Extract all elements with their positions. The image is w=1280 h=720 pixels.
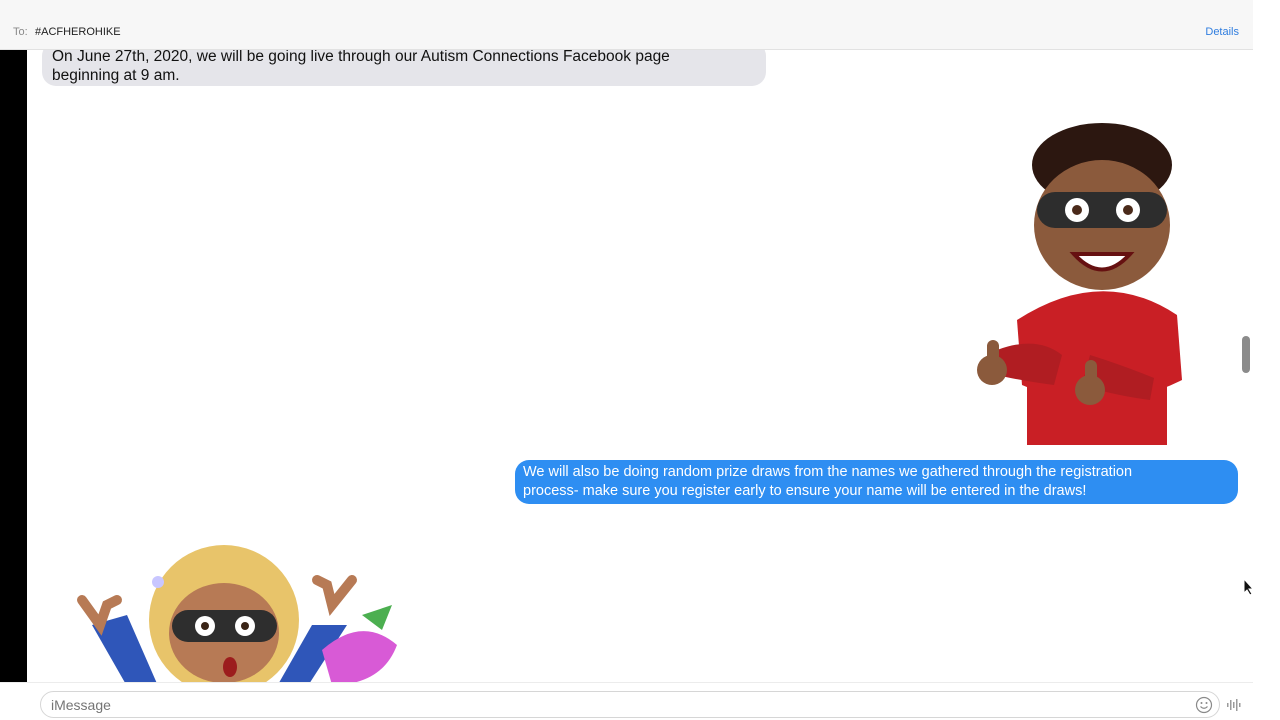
mouse-pointer-icon — [1243, 578, 1255, 596]
conversation-panel: On June 27th, 2020, we will be going liv… — [27, 0, 1253, 720]
received-message-bubble[interactable]: On June 27th, 2020, we will be going liv… — [42, 50, 766, 86]
to-label: To: — [13, 26, 28, 38]
message-text-line: We will also be doing random prize draws… — [523, 464, 1133, 480]
message-input[interactable] — [40, 691, 1220, 718]
emoji-icon[interactable] — [1195, 696, 1213, 714]
message-text-line: beginning at 9 am. — [52, 67, 180, 84]
audio-wave-icon[interactable] — [1226, 697, 1242, 713]
bitmoji-boy-thumbs-up-sticker[interactable] — [942, 120, 1192, 458]
scrollbar-track[interactable] — [1213, 50, 1226, 682]
message-list[interactable]: On June 27th, 2020, we will be going liv… — [27, 50, 1253, 682]
message-text-line: process- make sure you register early to… — [523, 483, 1087, 499]
window-edge — [1253, 0, 1280, 720]
sent-message-bubble[interactable]: We will also be doing random prize draws… — [515, 460, 1238, 504]
message-text-line: On June 27th, 2020, we will be going liv… — [52, 50, 670, 65]
scrollbar-thumb[interactable] — [1242, 336, 1250, 373]
bitmoji-girl-celebration-sticker[interactable] — [62, 545, 402, 682]
message-composer — [0, 682, 1253, 720]
